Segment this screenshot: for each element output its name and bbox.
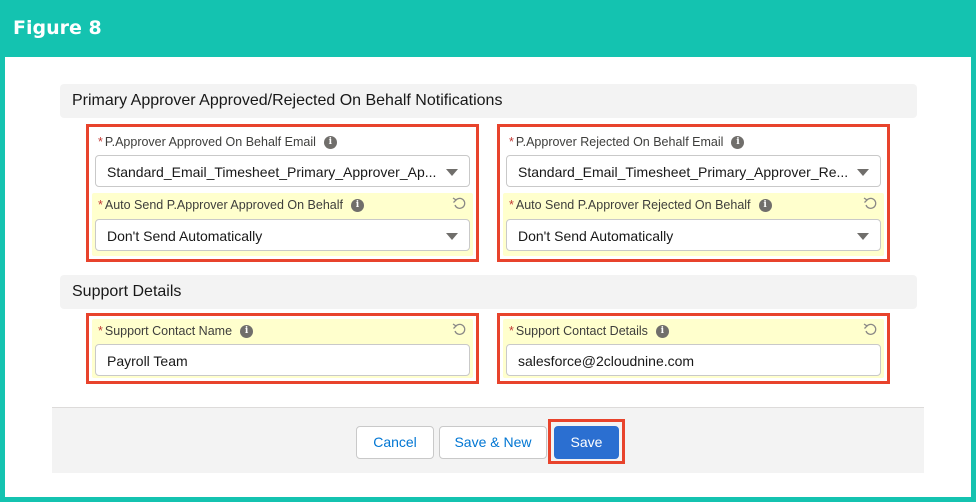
- undo-icon[interactable]: [863, 196, 877, 210]
- save-button[interactable]: Save: [554, 426, 619, 459]
- field-auto-send-rejected: * Auto Send P.Approver Rejected On Behal…: [503, 193, 884, 256]
- approved-email-select[interactable]: Standard_Email_Timesheet_Primary_Approve…: [95, 155, 470, 187]
- info-icon[interactable]: i: [655, 324, 669, 338]
- input-value: salesforce@2cloudnine.com: [518, 353, 695, 369]
- required-marker: *: [509, 198, 514, 212]
- highlight-box-support-details: * Support Contact Details i salesforce@2…: [497, 313, 890, 384]
- chevron-down-icon: [446, 169, 458, 176]
- section-title: Support Details: [72, 283, 182, 300]
- chevron-down-icon: [857, 233, 869, 240]
- undo-icon[interactable]: [452, 322, 466, 336]
- info-icon[interactable]: i: [240, 324, 254, 338]
- field-label: Auto Send P.Approver Rejected On Behalf: [515, 198, 751, 212]
- highlight-box-approved: * P.Approver Approved On Behalf Email i …: [86, 124, 479, 262]
- select-value: Don't Send Automatically: [107, 228, 263, 244]
- field-support-details: * Support Contact Details i salesforce@2…: [503, 319, 884, 378]
- highlight-box-support-name: * Support Contact Name i Payroll Team: [86, 313, 479, 384]
- field-label: P.Approver Approved On Behalf Email: [104, 135, 316, 149]
- section-header-notifications: Primary Approver Approved/Rejected On Be…: [60, 84, 917, 118]
- figure-title: Figure 8: [13, 17, 102, 39]
- undo-icon[interactable]: [863, 322, 877, 336]
- highlight-box-rejected: * P.Approver Rejected On Behalf Email i …: [497, 124, 890, 262]
- required-marker: *: [509, 324, 514, 338]
- field-auto-send-approved: * Auto Send P.Approver Approved On Behal…: [92, 193, 473, 256]
- field-label: P.Approver Rejected On Behalf Email: [515, 135, 724, 149]
- required-marker: *: [98, 198, 103, 212]
- info-icon[interactable]: i: [323, 135, 337, 149]
- support-details-input[interactable]: salesforce@2cloudnine.com: [506, 344, 881, 376]
- chevron-down-icon: [857, 169, 869, 176]
- required-marker: *: [98, 135, 103, 149]
- info-icon[interactable]: i: [731, 135, 745, 149]
- field-label: Support Contact Details: [515, 324, 648, 338]
- field-approved-email: * P.Approver Approved On Behalf Email i …: [92, 130, 473, 190]
- section-title: Primary Approver Approved/Rejected On Be…: [72, 92, 503, 109]
- chevron-down-icon: [446, 233, 458, 240]
- select-value: Standard_Email_Timesheet_Primary_Approve…: [518, 164, 849, 180]
- undo-icon[interactable]: [452, 196, 466, 210]
- select-value: Don't Send Automatically: [518, 228, 674, 244]
- save-and-new-button[interactable]: Save & New: [439, 426, 547, 459]
- auto-send-rejected-select[interactable]: Don't Send Automatically: [506, 219, 881, 251]
- field-rejected-email: * P.Approver Rejected On Behalf Email i …: [503, 130, 884, 190]
- info-icon[interactable]: i: [351, 198, 365, 212]
- required-marker: *: [509, 135, 514, 149]
- rejected-email-select[interactable]: Standard_Email_Timesheet_Primary_Approve…: [506, 155, 881, 187]
- support-name-input[interactable]: Payroll Team: [95, 344, 470, 376]
- field-support-name: * Support Contact Name i Payroll Team: [92, 319, 473, 378]
- section-header-support: Support Details: [60, 275, 917, 309]
- required-marker: *: [98, 324, 103, 338]
- info-icon[interactable]: i: [758, 198, 772, 212]
- input-value: Payroll Team: [107, 353, 188, 369]
- field-label: Support Contact Name: [104, 324, 233, 338]
- auto-send-approved-select[interactable]: Don't Send Automatically: [95, 219, 470, 251]
- field-label: Auto Send P.Approver Approved On Behalf: [104, 198, 344, 212]
- figure-header: Figure 8: [0, 0, 976, 57]
- cancel-button[interactable]: Cancel: [356, 426, 434, 459]
- select-value: Standard_Email_Timesheet_Primary_Approve…: [107, 164, 437, 180]
